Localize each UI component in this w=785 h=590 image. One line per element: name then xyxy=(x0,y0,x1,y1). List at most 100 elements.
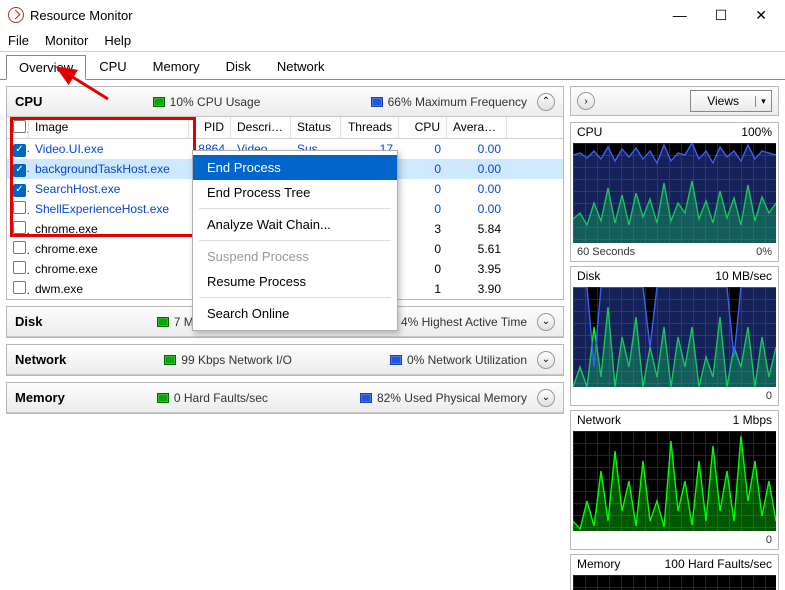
row-checkbox[interactable] xyxy=(13,184,26,197)
row-checkbox[interactable] xyxy=(13,221,26,234)
graph-network: Network1 Mbps0 xyxy=(570,410,779,550)
graph-disk: Disk 10 MB/sec 0 xyxy=(570,266,779,406)
graph-scale: 10 MB/sec xyxy=(715,269,772,283)
disk-active-stat: 4% Highest Active Time xyxy=(401,315,527,329)
graph-title: Disk xyxy=(577,269,600,283)
cell-image: chrome.exe xyxy=(29,262,189,276)
collapse-icon[interactable]: ⌃ xyxy=(537,93,555,111)
tab-disk[interactable]: Disk xyxy=(213,54,264,79)
row-checkbox[interactable] xyxy=(13,281,26,294)
tab-memory[interactable]: Memory xyxy=(140,54,213,79)
led-icon xyxy=(360,393,372,403)
minimize-button[interactable]: — xyxy=(673,7,687,24)
views-button[interactable]: Views ▾ xyxy=(690,90,772,112)
network-panel: Network 99 Kbps Network I/O 0% Network U… xyxy=(6,344,564,376)
collapse-side-icon[interactable]: › xyxy=(577,92,595,110)
cell-cpu: 0 xyxy=(399,182,447,196)
menu-file[interactable]: File xyxy=(8,33,29,48)
context-menu-item[interactable]: End Process xyxy=(193,155,397,180)
memory-panel-title: Memory xyxy=(15,390,65,405)
expand-icon[interactable]: ⌄ xyxy=(537,313,555,331)
graph-title: CPU xyxy=(577,125,602,139)
row-checkbox[interactable] xyxy=(13,261,26,274)
context-menu-item[interactable]: Search Online xyxy=(193,301,397,326)
title-bar: Resource Monitor — ☐ ✕ xyxy=(0,0,785,30)
cell-image: chrome.exe xyxy=(29,242,189,256)
context-menu-item[interactable]: Resume Process xyxy=(193,269,397,294)
row-checkbox[interactable] xyxy=(13,164,26,177)
memory-panel: Memory 0 Hard Faults/sec 82% Used Physic… xyxy=(6,382,564,414)
col-desc[interactable]: Descrip... xyxy=(231,117,291,138)
col-image[interactable]: Image xyxy=(29,117,189,138)
cell-cpu: 0 xyxy=(399,162,447,176)
context-menu: End ProcessEnd Process Tree Analyze Wait … xyxy=(192,150,398,331)
views-label: Views xyxy=(691,94,755,108)
graph-cpu: CPU 100% 60 Seconds 0% xyxy=(570,122,779,262)
graph-memory: Memory 100 Hard Faults/sec xyxy=(570,554,779,590)
cpu-freq-stat: 66% Maximum Frequency xyxy=(388,95,527,109)
tab-network[interactable]: Network xyxy=(264,54,338,79)
cell-avg: 0.00 xyxy=(447,142,507,156)
cell-avg: 3.95 xyxy=(447,262,507,276)
context-menu-item[interactable]: End Process Tree xyxy=(193,180,397,205)
net-util-stat: 0% Network Utilization xyxy=(407,353,527,367)
mem-used-stat: 82% Used Physical Memory xyxy=(377,391,527,405)
cell-image: backgroundTaskHost.exe xyxy=(29,162,189,176)
cell-cpu: 1 xyxy=(399,282,447,296)
cell-avg: 0.00 xyxy=(447,182,507,196)
cell-avg: 0.00 xyxy=(447,202,507,216)
close-button[interactable]: ✕ xyxy=(755,7,767,24)
led-icon xyxy=(157,393,169,403)
net-io-stat: 99 Kbps Network I/O xyxy=(181,353,292,367)
select-all-checkbox[interactable] xyxy=(13,120,26,133)
memory-panel-header[interactable]: Memory 0 Hard Faults/sec 82% Used Physic… xyxy=(7,383,563,413)
cell-avg: 5.61 xyxy=(447,242,507,256)
graph-canvas xyxy=(573,143,776,243)
menu-help[interactable]: Help xyxy=(104,33,131,48)
col-threads[interactable]: Threads xyxy=(341,117,399,138)
cell-cpu: 0 xyxy=(399,242,447,256)
cell-cpu: 3 xyxy=(399,222,447,236)
context-menu-item[interactable]: Analyze Wait Chain... xyxy=(193,212,397,237)
maximize-button[interactable]: ☐ xyxy=(715,7,728,24)
led-icon xyxy=(157,317,169,327)
row-checkbox[interactable] xyxy=(13,201,26,214)
network-panel-header[interactable]: Network 99 Kbps Network I/O 0% Network U… xyxy=(7,345,563,375)
graph-title: Network xyxy=(577,413,621,427)
led-icon xyxy=(371,97,383,107)
graph-foot-left: 60 Seconds xyxy=(577,246,635,258)
cell-avg: 3.90 xyxy=(447,282,507,296)
context-menu-item: Suspend Process xyxy=(193,244,397,269)
row-checkbox[interactable] xyxy=(13,144,26,157)
cell-cpu: 0 xyxy=(399,202,447,216)
col-status[interactable]: Status xyxy=(291,117,341,138)
col-pid[interactable]: PID xyxy=(189,117,231,138)
cell-avg: 5.84 xyxy=(447,222,507,236)
col-avg[interactable]: Averag... xyxy=(447,117,507,138)
expand-icon[interactable]: ⌄ xyxy=(537,351,555,369)
expand-icon[interactable]: ⌄ xyxy=(537,389,555,407)
row-checkbox[interactable] xyxy=(13,241,26,254)
graph-foot-right: 0% xyxy=(756,246,772,258)
menu-monitor[interactable]: Monitor xyxy=(45,33,88,48)
menu-bar: File Monitor Help xyxy=(0,30,785,52)
dropdown-icon[interactable]: ▾ xyxy=(755,96,771,107)
cell-image: dwm.exe xyxy=(29,282,189,296)
process-table-header: Image PID Descrip... Status Threads CPU … xyxy=(7,117,563,139)
app-icon xyxy=(8,7,24,23)
graph-canvas xyxy=(573,287,776,387)
graph-title: Memory xyxy=(577,557,620,571)
led-icon xyxy=(390,355,402,365)
led-icon xyxy=(153,97,165,107)
window-title: Resource Monitor xyxy=(30,8,133,23)
annotation-arrow xyxy=(48,64,118,107)
mem-faults-stat: 0 Hard Faults/sec xyxy=(174,391,268,405)
led-icon xyxy=(164,355,176,365)
col-cpu[interactable]: CPU xyxy=(399,117,447,138)
graph-scale: 100% xyxy=(741,125,772,139)
graph-foot-right: 0 xyxy=(766,390,772,402)
graph-scale: 100 Hard Faults/sec xyxy=(665,557,772,571)
cell-cpu: 0 xyxy=(399,142,447,156)
network-panel-title: Network xyxy=(15,352,66,367)
graph-foot-right: 0 xyxy=(766,534,772,546)
